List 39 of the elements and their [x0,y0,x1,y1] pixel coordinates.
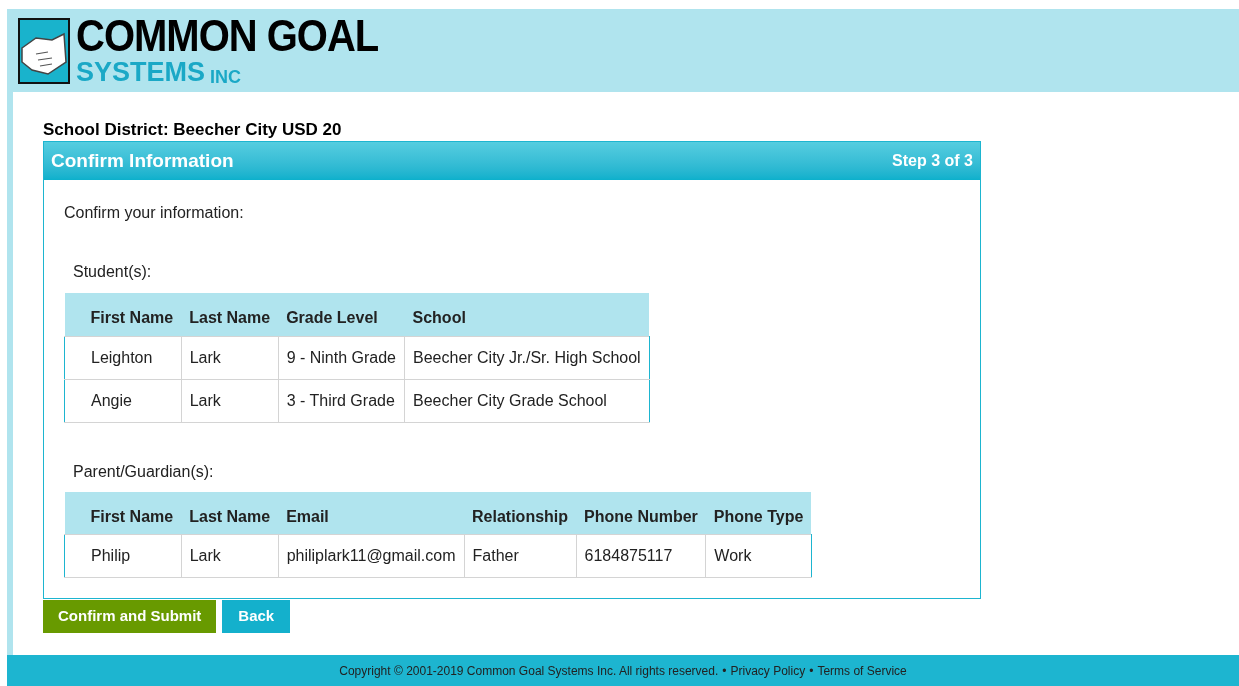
logo-title: COMMON GOAL [76,13,379,58]
panel-title: Confirm Information [51,148,234,173]
logo-subtitle: SYSTEMS [76,58,206,86]
table-cell: Beecher City Grade School [404,379,650,422]
column-header: Grade Level [278,293,405,336]
privacy-policy-link[interactable]: Privacy Policy [730,661,806,680]
table-cell: philiplark11@gmail.com [278,534,465,578]
table-cell: Lark [181,336,279,379]
table-cell: 9 - Ninth Grade [278,336,405,379]
table-cell: 3 - Third Grade [278,379,405,422]
section-label: Student(s): [73,262,153,282]
table-cell: Lark [181,379,279,422]
column-header: School [404,293,650,336]
column-header: First Name [64,293,182,336]
step-indicator: Step 3 of 3 [892,151,973,171]
table-cell: 6184875117 [576,534,706,578]
district-heading: School District: Beecher City USD 20 [43,120,343,140]
column-header: Phone Type [705,491,812,535]
intro-text: Confirm your information: [64,203,245,223]
section-label: Parent/Guardian(s): [73,461,215,482]
table-cell: Father [464,534,577,578]
table-cell: Lark [181,534,279,578]
column-header: Last Name [181,293,279,336]
table-cell: Beecher City Jr./Sr. High School [404,336,650,379]
copyright-text: Copyright © 2001-2019 Common Goal Systems Inc. All rights reserved. [339,662,719,680]
column-header: Last Name [181,491,279,535]
column-header: Relationship [464,491,577,535]
terms-link[interactable]: Terms of Service [817,661,907,680]
column-header: Phone Number [576,491,706,535]
logo-suffix: INC [210,67,242,86]
separator-text: • [722,662,727,680]
column-header: First Name [64,491,182,535]
table-cell: Philip [64,534,182,578]
column-header: Email [278,491,465,535]
table-cell: Angie [64,379,182,422]
table-cell: Leighton [64,336,182,379]
table-cell: Work [705,534,812,578]
separator-text: • [809,662,814,680]
confirm-submit-button[interactable]: Confirm and Submit [43,600,217,633]
